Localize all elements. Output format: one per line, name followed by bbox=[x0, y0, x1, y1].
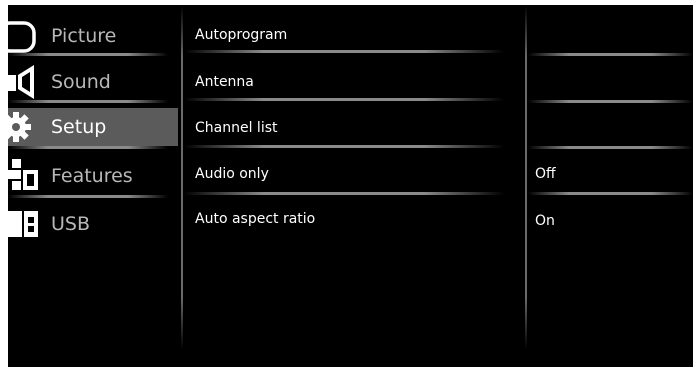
option-label: Channel list bbox=[195, 120, 278, 136]
menu-option-antenna[interactable]: Antenna bbox=[195, 74, 495, 90]
divider bbox=[528, 146, 693, 149]
menu-item-label: Sound bbox=[51, 71, 111, 93]
column-divider-left bbox=[181, 5, 183, 349]
menu-item-label: Features bbox=[51, 165, 133, 187]
divider bbox=[8, 100, 168, 103]
menu-option-audio-only[interactable]: Audio only bbox=[195, 166, 495, 182]
divider bbox=[184, 192, 504, 195]
menu-item-picture[interactable]: Picture bbox=[8, 17, 178, 55]
option-label: Audio only bbox=[195, 166, 269, 182]
picture-icon bbox=[8, 21, 36, 53]
menu-option-auto-aspect-ratio[interactable]: Auto aspect ratio bbox=[195, 211, 495, 227]
speaker-icon bbox=[8, 65, 34, 99]
column-divider-right bbox=[525, 5, 527, 349]
menu-item-setup[interactable]: Setup bbox=[8, 108, 178, 146]
divider bbox=[8, 146, 168, 149]
divider bbox=[8, 53, 168, 56]
menu-item-sound[interactable]: Sound bbox=[8, 63, 178, 101]
divider bbox=[8, 195, 168, 198]
menu-option-channel-list[interactable]: Channel list bbox=[195, 120, 495, 136]
menu-item-label: Picture bbox=[51, 25, 117, 47]
gear-icon bbox=[8, 112, 31, 142]
usb-icon bbox=[8, 211, 38, 237]
divider bbox=[528, 53, 693, 56]
menu-item-features[interactable]: Features bbox=[8, 157, 178, 195]
audio-only-value[interactable]: Off bbox=[535, 166, 556, 182]
divider bbox=[184, 98, 504, 101]
tv-menu-screen: Picture Sound Setup Features USB Autopro… bbox=[8, 5, 693, 367]
menu-item-label: USB bbox=[51, 213, 91, 235]
features-icon bbox=[8, 159, 38, 190]
auto-aspect-ratio-value[interactable]: On bbox=[535, 213, 555, 229]
menu-item-label: Setup bbox=[51, 116, 107, 138]
divider bbox=[184, 145, 504, 148]
option-label: Auto aspect ratio bbox=[195, 211, 316, 227]
divider bbox=[184, 50, 504, 53]
option-label: Autoprogram bbox=[195, 27, 288, 43]
menu-item-usb[interactable]: USB bbox=[8, 205, 178, 243]
divider bbox=[528, 100, 693, 103]
menu-option-autoprogram[interactable]: Autoprogram bbox=[195, 27, 495, 43]
divider bbox=[528, 192, 693, 195]
option-label: Antenna bbox=[195, 74, 254, 90]
